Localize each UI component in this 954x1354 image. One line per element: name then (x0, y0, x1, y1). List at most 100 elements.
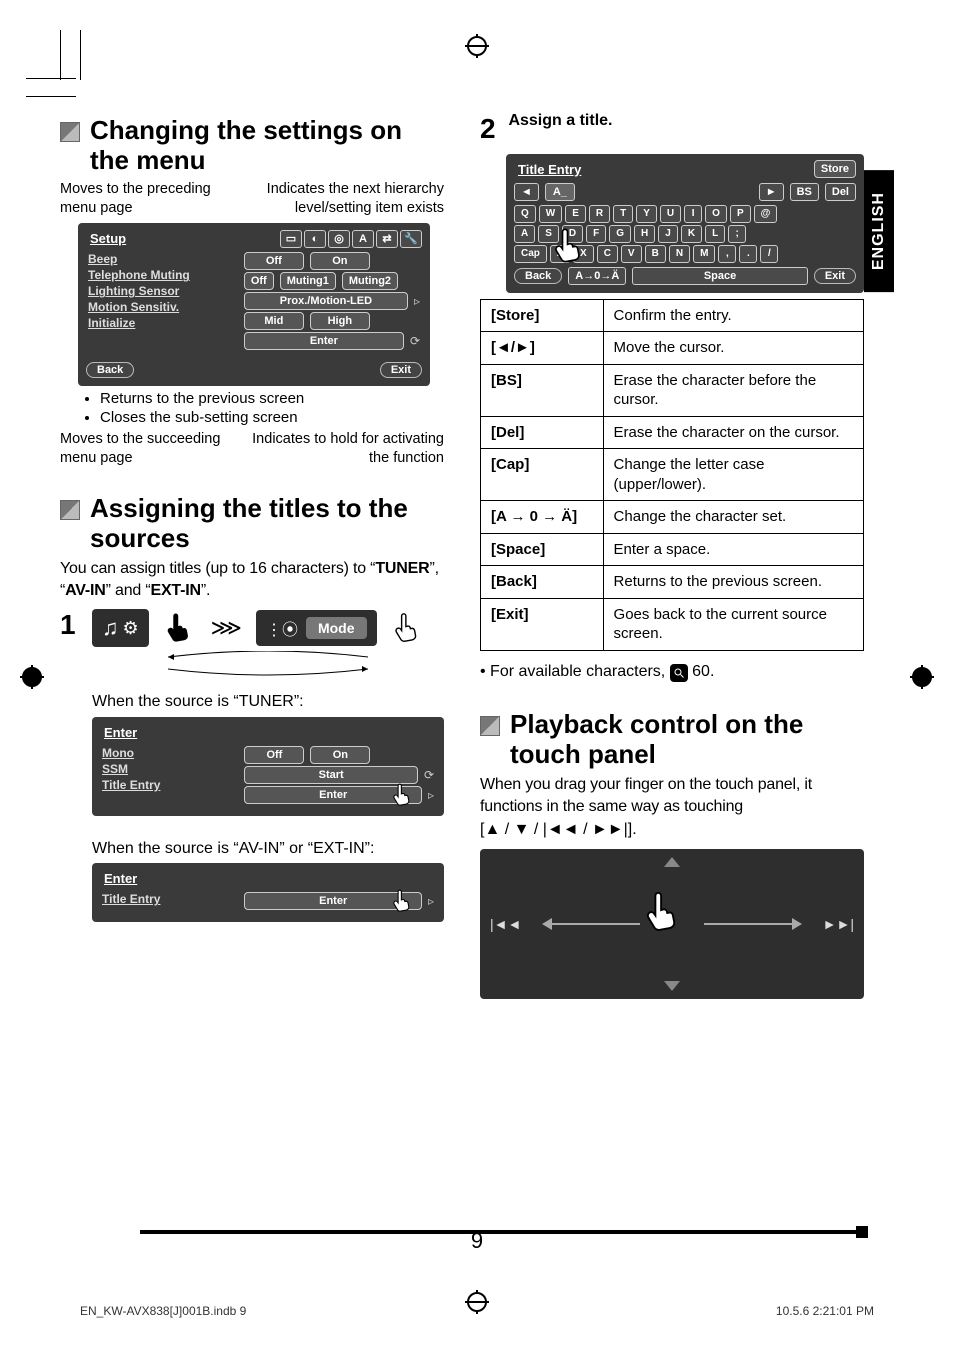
mode-item-title-entry[interactable]: Title Entry (102, 892, 232, 906)
key-i[interactable]: I (684, 205, 702, 223)
opt-motion-mid[interactable]: Mid (244, 312, 304, 330)
exit-button[interactable]: Exit (814, 268, 856, 284)
menu-item-tel-muting[interactable]: Telephone Muting (88, 268, 232, 282)
opt-motion-high[interactable]: High (310, 312, 370, 330)
menu-item-initialize[interactable]: Initialize (88, 316, 232, 330)
key-w[interactable]: W (539, 205, 562, 223)
mode-item-ssm[interactable]: SSM (102, 762, 232, 776)
key-n[interactable]: N (669, 245, 690, 263)
mode-item-title-entry[interactable]: Title Entry (102, 778, 232, 792)
t: You can assign titles (up to 16 characte… (60, 560, 375, 577)
step-2-text: Assign a title. (508, 112, 612, 129)
key-cap[interactable]: Cap (514, 245, 547, 263)
key-e[interactable]: E (565, 205, 586, 223)
bs-button[interactable]: BS (790, 183, 819, 201)
key-c[interactable]: C (597, 245, 618, 263)
key-h[interactable]: H (634, 225, 655, 243)
setup-panel: Setup ▭ ◐ ◎ A ⇄ 🔧 Beep Tel (78, 223, 430, 386)
key-q[interactable]: Q (514, 205, 536, 223)
mode-item-mono[interactable]: Mono (102, 746, 232, 760)
step-2-number: 2 (480, 110, 504, 148)
mode-button[interactable]: ⋮⦿ Mode (256, 610, 377, 646)
key-y[interactable]: Y (636, 205, 657, 223)
callout-succeeding-page: Moves to the succeeding menu page (60, 430, 230, 468)
space-button[interactable]: Space (632, 267, 808, 285)
key-o[interactable]: O (705, 205, 727, 223)
down-arrow-icon (664, 981, 680, 991)
language-tab: ENGLISH (864, 170, 894, 292)
footer-timestamp: 10.5.6 2:21:01 PM (776, 1304, 874, 1318)
magnifier-icon (670, 664, 688, 682)
opt-initialize-enter[interactable]: Enter (244, 332, 404, 350)
tab-disc-icon[interactable]: ◎ (328, 230, 350, 248)
key-l[interactable]: L (705, 225, 725, 243)
menu-item-lighting-sensor[interactable]: Lighting Sensor (88, 284, 232, 298)
opt-beep-off[interactable]: Off (244, 252, 304, 270)
reg-mark-left (20, 665, 44, 689)
opt-tel-off[interactable]: Off (244, 272, 274, 290)
key-v[interactable]: V (621, 245, 642, 263)
src-avin: AV-IN (65, 582, 106, 599)
opt-mono-off[interactable]: Off (244, 746, 304, 764)
title-field[interactable]: A_ (545, 183, 575, 201)
drag-hand-icon (641, 889, 687, 935)
cursor-left-button[interactable]: ◄ (514, 183, 539, 201)
setup-title: Setup (86, 229, 130, 248)
tab-clock-icon[interactable]: ◐ (304, 230, 326, 248)
key-p[interactable]: P (730, 205, 751, 223)
table-row: [Exit]Goes back to the current source sc… (481, 598, 864, 650)
cursor-right-button[interactable]: ► (759, 183, 784, 201)
tab-input-icon[interactable]: ⇄ (376, 230, 398, 248)
mode-label: Mode (306, 617, 367, 639)
key-a[interactable]: A (514, 225, 535, 243)
back-button[interactable]: Back (514, 268, 562, 284)
mode-title: Enter (100, 723, 436, 742)
exit-button[interactable]: Exit (380, 362, 422, 378)
av-menu-icon[interactable]: ♫ ⚙ (92, 609, 149, 647)
note-returns-previous: Returns to the previous screen (100, 390, 444, 407)
skip-next-icon: ►►| (823, 916, 854, 932)
opt-tel-m1[interactable]: Muting1 (280, 272, 336, 290)
key-m[interactable]: M (693, 245, 715, 263)
tab-display-icon[interactable]: ▭ (280, 230, 302, 248)
table-row: [Cap]Change the letter case (upper/lower… (481, 449, 864, 501)
menu-item-motion-sens[interactable]: Motion Sensitiv. (88, 300, 232, 314)
chevron-right-icon: ▹ (428, 894, 434, 908)
heading-changing-settings: Changing the settings on the menu (60, 116, 444, 176)
key-t[interactable]: T (613, 205, 633, 223)
opt-tel-m2[interactable]: Muting2 (342, 272, 398, 290)
title-entry-controls-table: [Store]Confirm the entry. [◄/►]Move the … (480, 299, 864, 651)
playback-text: When you drag your finger on the touch p… (480, 774, 864, 817)
table-row: [Del]Erase the character on the cursor. (481, 416, 864, 449)
footer-file: EN_KW-AVX838[J]001B.indb 9 (80, 1304, 246, 1318)
key-period[interactable]: . (739, 245, 757, 263)
opt-beep-on[interactable]: On (310, 252, 370, 270)
table-row: [Back]Returns to the previous screen. (481, 566, 864, 599)
heading-playback-control: Playback control on the touch panel (480, 710, 864, 770)
opt-mono-on[interactable]: On (310, 746, 370, 764)
key-comma[interactable]: , (718, 245, 736, 263)
src-extin: EXT-IN (150, 582, 200, 599)
reg-mark-right (910, 665, 934, 689)
store-button[interactable]: Store (814, 160, 856, 178)
tap-hand-icon (163, 611, 197, 645)
key-j[interactable]: J (658, 225, 678, 243)
charset-button[interactable]: A→0→Ä (568, 267, 626, 285)
key-slash[interactable]: / (760, 245, 778, 263)
key-at[interactable]: @ (754, 205, 778, 223)
opt-lighting[interactable]: Prox./Motion-LED (244, 292, 408, 310)
del-button[interactable]: Del (825, 183, 856, 201)
back-button[interactable]: Back (86, 362, 134, 378)
tab-text-icon[interactable]: A (352, 230, 374, 248)
section-bullet-icon (480, 716, 500, 736)
key-g[interactable]: G (609, 225, 631, 243)
key-k[interactable]: K (681, 225, 702, 243)
key-u[interactable]: U (660, 205, 681, 223)
key-r[interactable]: R (589, 205, 610, 223)
tab-tools-icon[interactable]: 🔧 (400, 230, 422, 248)
key-b[interactable]: B (645, 245, 666, 263)
setup-category-tabs[interactable]: ▭ ◐ ◎ A ⇄ 🔧 (280, 230, 422, 248)
menu-item-beep[interactable]: Beep (88, 252, 232, 266)
table-row: [Store]Confirm the entry. (481, 299, 864, 332)
key-semicolon[interactable]: ; (728, 225, 746, 243)
